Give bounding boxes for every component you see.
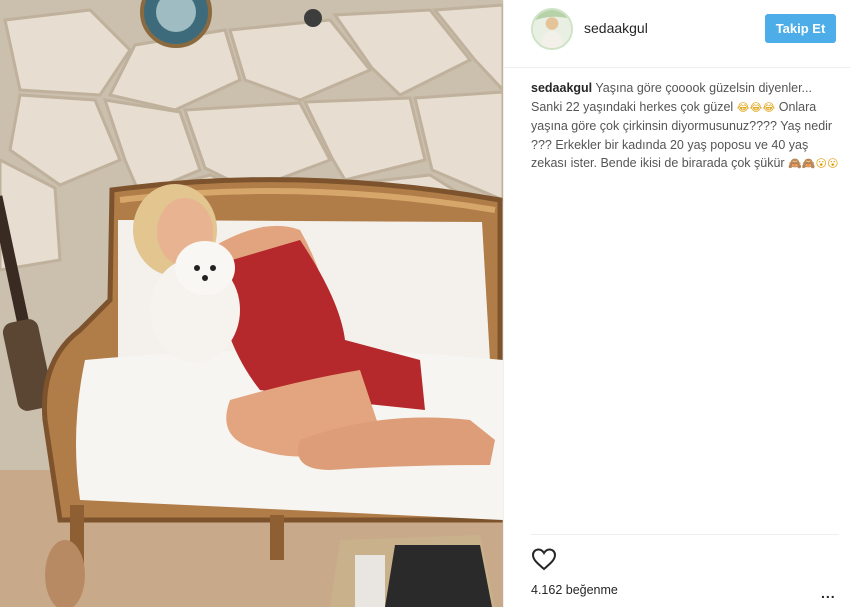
caption-emoji-monkey: 🙈🙈😮😮 — [788, 157, 839, 170]
post-header: sedaakgul Takip Et — [504, 0, 850, 68]
post-photo[interactable] — [0, 0, 503, 607]
caption-emoji-laugh: 😂😂😂 — [736, 100, 776, 114]
follow-button[interactable]: Takip Et — [765, 14, 836, 43]
header-username[interactable]: sedaakgul — [584, 20, 648, 36]
avatar-image — [533, 10, 571, 48]
more-options-icon[interactable]: ... — [821, 586, 836, 600]
profile-avatar[interactable] — [531, 8, 573, 50]
post-photo-image — [0, 0, 503, 607]
post-side-panel: sedaakgul Takip Et sedaakgul Yaşına göre… — [503, 0, 850, 607]
caption-username[interactable]: sedaakgul — [531, 81, 592, 95]
heart-icon[interactable] — [531, 547, 557, 571]
post-caption: sedaakgul Yaşına göre çooook güzelsin di… — [531, 79, 841, 174]
actions-divider — [531, 534, 839, 535]
likes-count[interactable]: 4.162 beğenme — [531, 583, 618, 597]
